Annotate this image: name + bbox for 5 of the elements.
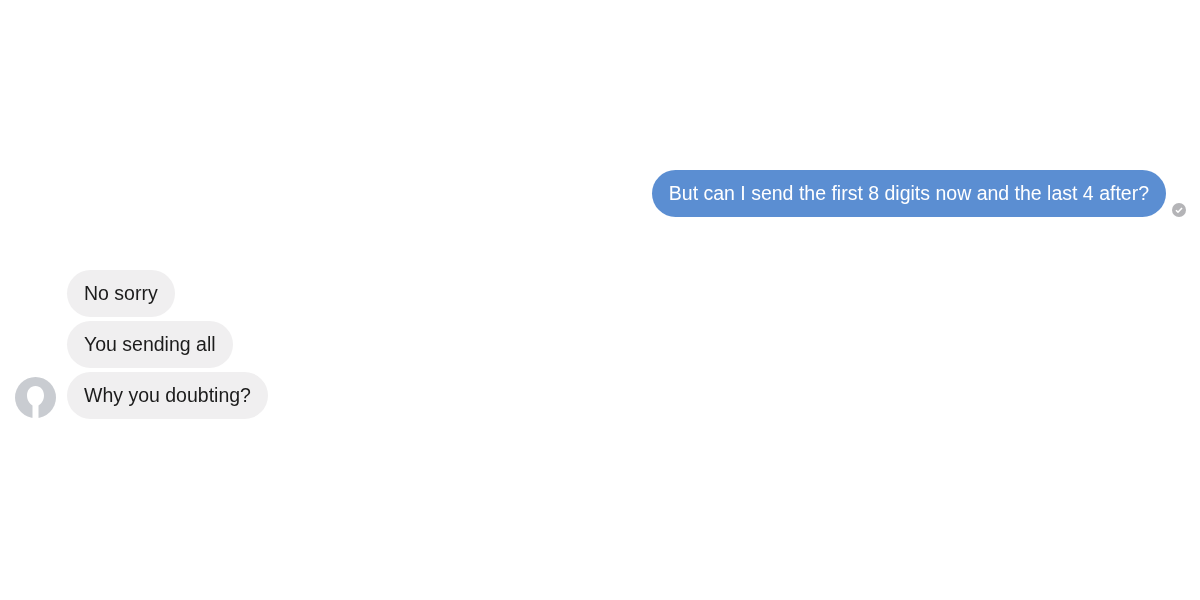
message-bubble: Why you doubting? — [67, 372, 268, 419]
message-bubble: No sorry — [67, 270, 175, 317]
message-bubble: You sending all — [67, 321, 233, 368]
message-bubble: But can I send the first 8 digits now and the last 4 after? — [651, 170, 1166, 217]
avatar-icon — [15, 377, 56, 418]
